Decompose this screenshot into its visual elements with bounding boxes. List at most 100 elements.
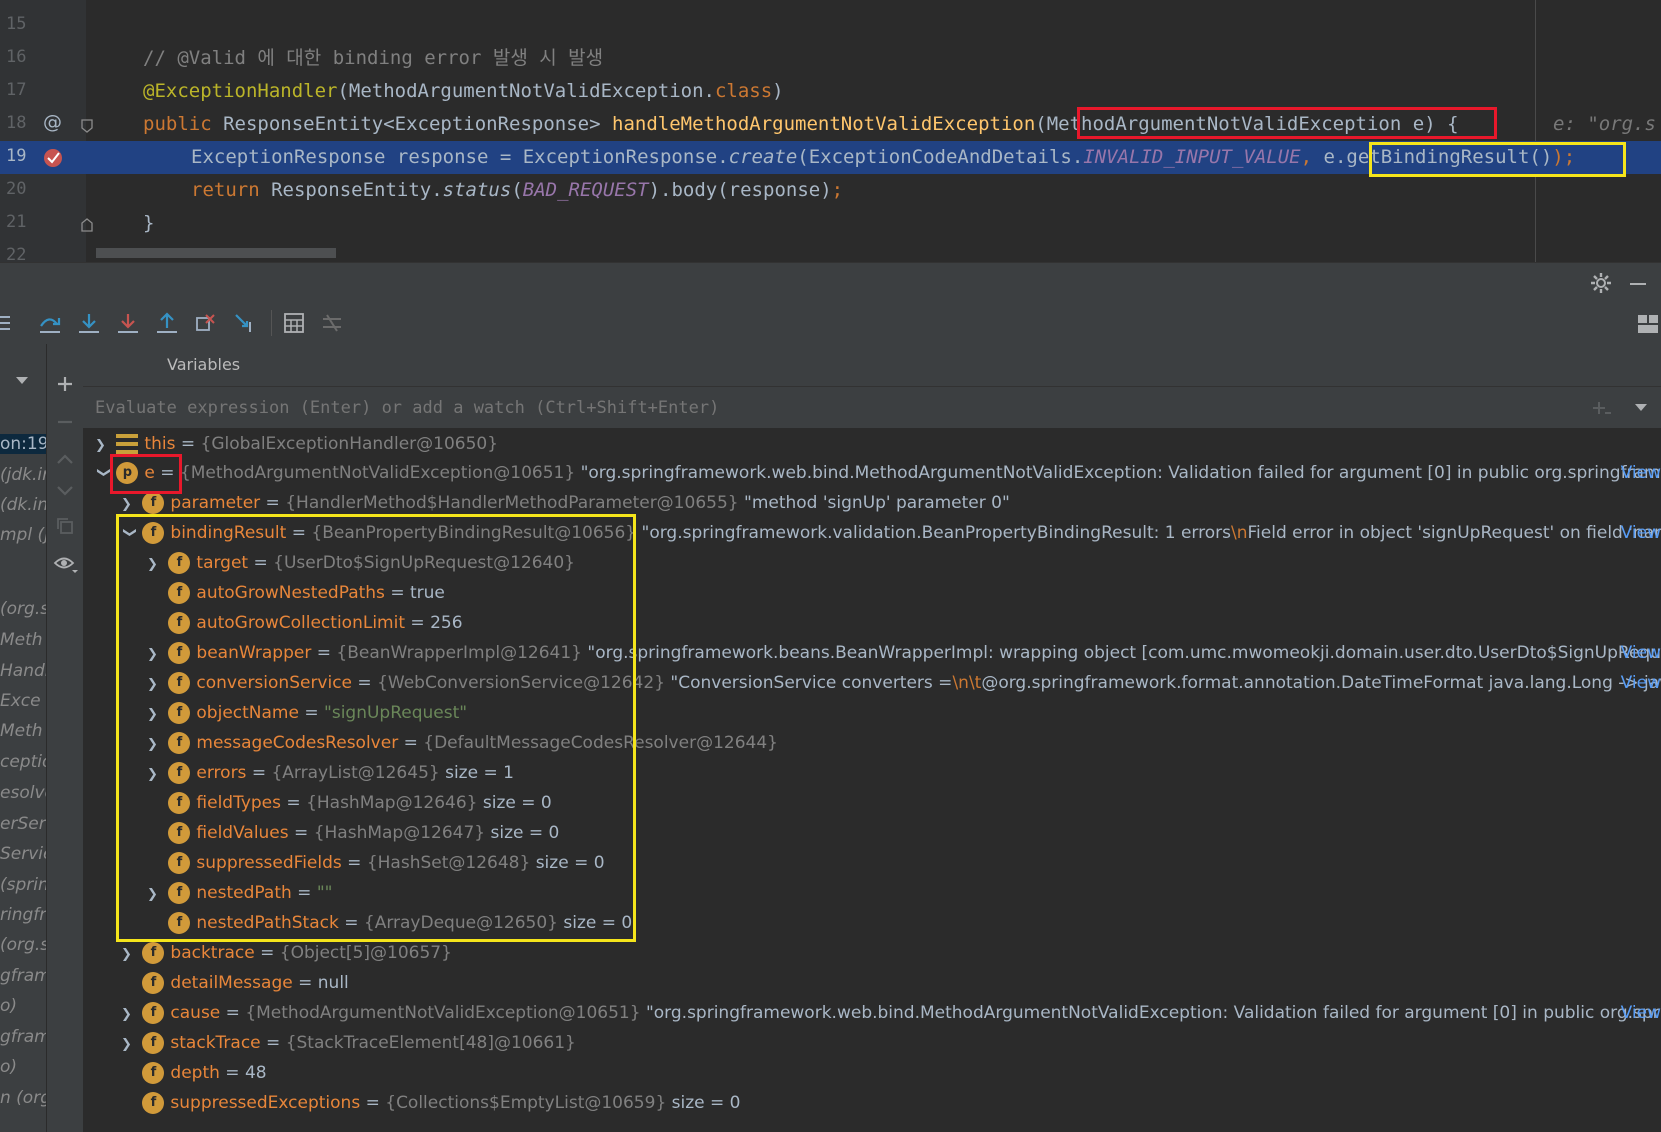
- step-into-icon[interactable]: [77, 312, 101, 334]
- view-link[interactable]: View: [1621, 518, 1661, 548]
- frame-item[interactable]: Servie: [0, 844, 46, 864]
- evaluate-icon[interactable]: [283, 312, 305, 334]
- code-line-16[interactable]: 16 // @Valid 에 대한 binding error 발생 시 발생: [0, 42, 1661, 75]
- frame-item[interactable]: o): [0, 1057, 17, 1077]
- frame-item[interactable]: (jdk.in: [0, 465, 46, 485]
- expand-arrow-icon[interactable]: ❯: [121, 940, 137, 970]
- code-line-20[interactable]: 20 return ResponseEntity.status(BAD_REQU…: [0, 174, 1661, 207]
- view-link[interactable]: View: [1621, 668, 1661, 698]
- force-step-into-icon[interactable]: [116, 312, 140, 334]
- code-editor[interactable]: 15 16 // @Valid 에 대한 binding error 발생 시 …: [0, 0, 1661, 262]
- object-icon: [116, 434, 139, 454]
- expand-arrow-icon[interactable]: ❯: [121, 1000, 137, 1030]
- show-execution-point-icon[interactable]: [0, 312, 12, 334]
- step-over-icon[interactable]: [38, 312, 62, 334]
- variables-tree[interactable]: ❯ this = {GlobalExceptionHandler@10650} …: [83, 428, 1661, 1132]
- variables-tab-title[interactable]: Variables: [167, 355, 240, 374]
- tree-row-suppressedExceptions[interactable]: f suppressedExceptions = {Collections$Emp…: [121, 1088, 741, 1118]
- implements-at-icon[interactable]: @: [43, 111, 62, 133]
- highlight-box-binding-result: [116, 514, 636, 942]
- chevron-down-icon[interactable]: [1633, 401, 1649, 413]
- var-type: {MethodArgumentNotValidException@10651}: [179, 463, 576, 483]
- tree-row-stackTrace[interactable]: ❯ f stackTrace = {StackTraceElement[48]@1…: [121, 1028, 576, 1058]
- move-down-icon[interactable]: [55, 480, 75, 500]
- add-watch-icon[interactable]: [1591, 399, 1613, 419]
- debug-tool-window-header: [0, 262, 1661, 303]
- frame-item[interactable]: (dk.int: [0, 495, 46, 515]
- eye-icon[interactable]: [53, 554, 79, 576]
- var-name: parameter: [170, 493, 261, 513]
- code-part: ).body(response): [648, 179, 832, 201]
- tree-row-detailMessage[interactable]: f detailMessage = null: [121, 968, 349, 998]
- evaluate-expression-input[interactable]: [93, 393, 1577, 423]
- move-up-icon[interactable]: [55, 450, 75, 470]
- var-name: cause: [170, 1003, 221, 1023]
- line-number: 19: [6, 146, 27, 166]
- chevron-down-icon[interactable]: [14, 374, 30, 386]
- tree-row-cause[interactable]: ❯ f cause = {MethodArgumentNotValidExcept…: [121, 998, 1661, 1028]
- run-to-cursor-icon[interactable]: [233, 312, 257, 334]
- view-link[interactable]: View: [1621, 638, 1661, 668]
- fold-end-icon[interactable]: [80, 217, 94, 233]
- view-link[interactable]: View: [1621, 998, 1661, 1028]
- static-call: create: [728, 146, 798, 168]
- expand-arrow-icon[interactable]: ❯: [121, 1030, 137, 1060]
- field-icon: f: [142, 1002, 165, 1024]
- frame-item[interactable]: mpl (jd: [0, 525, 46, 545]
- remove-icon[interactable]: [55, 412, 75, 432]
- variables-header: Variables: [83, 344, 1661, 386]
- keyword: public: [143, 113, 224, 135]
- code-text: }: [143, 212, 155, 234]
- frame-item[interactable]: Exce: [0, 691, 41, 711]
- code-punct: ;: [831, 179, 844, 201]
- add-icon[interactable]: [55, 374, 75, 394]
- frame-item[interactable]: (org.s: [0, 599, 46, 619]
- frame-item[interactable]: o): [0, 996, 17, 1016]
- var-name: detailMessage: [170, 973, 293, 993]
- tree-row-depth[interactable]: f depth = 48: [121, 1058, 267, 1088]
- frame-item[interactable]: ringfr: [0, 905, 46, 925]
- fold-icon[interactable]: [80, 118, 94, 134]
- step-out-icon[interactable]: [155, 312, 179, 334]
- copy-icon[interactable]: [55, 516, 75, 536]
- tree-row-backtrace[interactable]: ❯ f backtrace = {Object[5]@10657}: [121, 938, 452, 968]
- line-number: 22: [6, 245, 27, 262]
- code-line-17[interactable]: 17 @ExceptionHandler(MethodArgumentNotVa…: [0, 75, 1661, 108]
- frame-item[interactable]: esolve: [0, 783, 46, 803]
- code-part: (: [511, 179, 523, 201]
- var-type: {HandlerMethod$HandlerMethodParameter@10…: [285, 493, 739, 513]
- frame-item[interactable]: Handle: [0, 661, 46, 681]
- code-line-21[interactable]: 21 }: [0, 207, 1661, 240]
- frame-item[interactable]: erSer: [0, 814, 46, 834]
- frame-item[interactable]: Meth: [0, 721, 43, 741]
- horizontal-scrollbar[interactable]: [96, 248, 336, 258]
- frame-item[interactable]: Meth: [0, 630, 43, 650]
- debugger-toolbar: [0, 302, 1661, 344]
- expand-arrow-icon[interactable]: ❯: [95, 431, 111, 461]
- tree-row-e[interactable]: ❯ pe = {MethodArgumentNotValidException@…: [95, 458, 1661, 488]
- minimize-icon[interactable]: [1627, 272, 1649, 294]
- frame-item[interactable]: ceptio: [0, 752, 46, 772]
- frame-item[interactable]: n (org: [0, 1088, 46, 1108]
- view-link[interactable]: View: [1621, 458, 1661, 488]
- var-value-cont: @org.springframework.format.annotation.D…: [981, 673, 1661, 693]
- var-value-cont: Field error in object 'signUpRequest' on…: [1247, 523, 1661, 543]
- field-icon: f: [142, 492, 165, 514]
- line-number: 18: [6, 113, 27, 133]
- annotation-arg: (MethodArgumentNotValidException.: [337, 80, 715, 102]
- trace-icon[interactable]: [321, 312, 343, 334]
- code-line-15[interactable]: 15: [0, 9, 1661, 42]
- gear-icon[interactable]: [1590, 272, 1612, 294]
- drop-frame-icon[interactable]: [194, 312, 218, 334]
- evaluate-expression-bar[interactable]: [83, 386, 1661, 430]
- frame-item[interactable]: gfram: [0, 1027, 46, 1047]
- var-name: suppressedExceptions: [170, 1093, 361, 1113]
- frames-panel[interactable]: on:19, (jdk.in (dk.int mpl (jd (org.s Me…: [0, 344, 46, 1132]
- field-icon: f: [142, 1062, 165, 1084]
- frame-item[interactable]: (spring: [0, 875, 46, 895]
- frame-item[interactable]: gfram: [0, 966, 46, 986]
- frame-item-current[interactable]: on:19,: [0, 434, 46, 454]
- breakpoint-icon[interactable]: [42, 147, 64, 169]
- frame-item[interactable]: (org.s: [0, 935, 46, 955]
- layout-icon[interactable]: [1637, 314, 1659, 334]
